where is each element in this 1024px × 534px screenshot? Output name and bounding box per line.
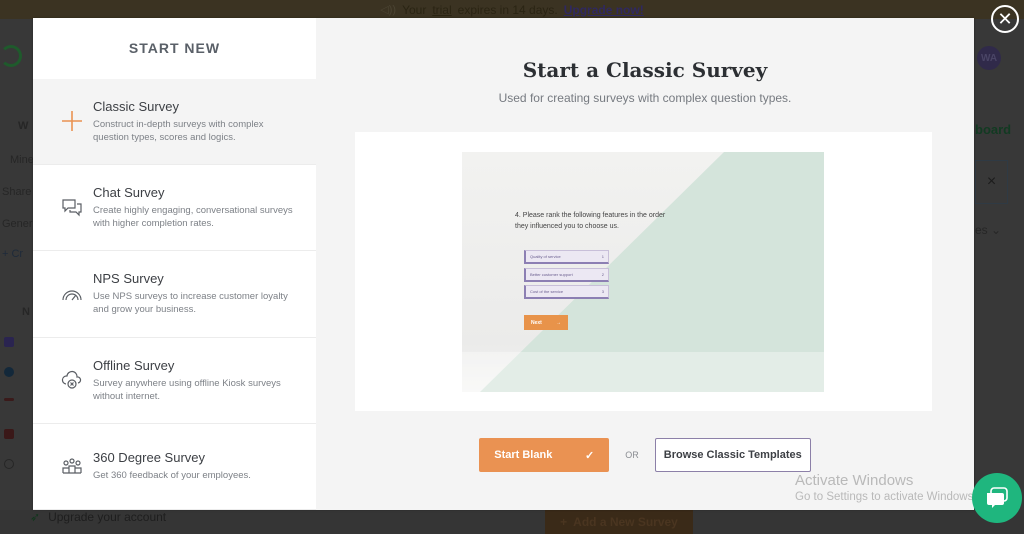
survey-type-title: 360 Degree Survey bbox=[93, 450, 206, 466]
survey-type-title: Chat Survey bbox=[93, 185, 165, 201]
survey-type-desc: Create highly engaging, conversational s… bbox=[93, 205, 293, 230]
chat-icon bbox=[987, 487, 1008, 508]
bg-sidebar-item: N bbox=[22, 306, 30, 318]
info-icon bbox=[4, 459, 14, 469]
avatar[interactable]: WA bbox=[977, 46, 1001, 70]
detail-title: Start a Classic Survey bbox=[522, 58, 768, 82]
preview-option: Quality of service 1 bbox=[524, 250, 609, 264]
bg-sidebar-item: Share bbox=[2, 186, 32, 198]
preview-next-label: Next bbox=[531, 319, 542, 326]
survey-preview-image: 4. Please rank the following features in… bbox=[462, 152, 824, 392]
or-separator: OR bbox=[625, 450, 639, 460]
bg-sidebar-item: Gener bbox=[2, 218, 33, 230]
start-new-modal: START NEW Classic Survey Construct in-de… bbox=[33, 18, 974, 510]
background-right-panel bbox=[975, 19, 1024, 534]
app-logo-icon bbox=[0, 45, 22, 67]
close-icon: ✕ bbox=[997, 8, 1013, 29]
survey-type-title: NPS Survey bbox=[93, 271, 164, 287]
dashboard-link[interactable]: board bbox=[975, 122, 1011, 137]
watermark-subtitle: Go to Settings to activate Windows. bbox=[795, 491, 977, 503]
add-survey-label: Add a New Survey bbox=[573, 515, 678, 529]
bg-dropdown[interactable]: es ⌄ bbox=[975, 223, 1001, 237]
preview-option: Better customer support 2 bbox=[524, 268, 609, 282]
preview-option-rank: 1 bbox=[601, 254, 604, 259]
browse-templates-button[interactable]: Browse Classic Templates bbox=[654, 438, 811, 472]
preview-option-label: Cost of the service bbox=[530, 289, 564, 294]
workspace-icon bbox=[4, 429, 14, 439]
survey-type-360[interactable]: 360 Degree Survey Get 360 feedback of yo… bbox=[33, 424, 316, 510]
watermark-title: Activate Windows bbox=[795, 472, 914, 489]
preview-card: 4. Please rank the following features in… bbox=[355, 132, 932, 411]
preview-next-button: Next → bbox=[524, 315, 568, 330]
plus-icon bbox=[60, 109, 84, 133]
bg-sidebar-item: + Cr bbox=[2, 248, 24, 260]
survey-type-classic[interactable]: Classic Survey Construct in-depth survey… bbox=[33, 78, 316, 166]
bg-sidebar-item: Mine bbox=[10, 154, 34, 166]
survey-type-title: Classic Survey bbox=[93, 98, 179, 114]
group-icon bbox=[60, 454, 84, 478]
preview-question: 4. Please rank the following features in… bbox=[515, 212, 666, 230]
preview-option: Cost of the service 3 bbox=[524, 285, 609, 299]
upgrade-account-label: Upgrade your account bbox=[48, 510, 167, 524]
detail-subtitle: Used for creating surveys with complex q… bbox=[498, 91, 792, 105]
windows-activation-watermark: Activate Windows Go to Settings to activ… bbox=[795, 472, 977, 503]
preview-option-label: Quality of service bbox=[530, 254, 561, 259]
preview-option-rank: 2 bbox=[601, 272, 604, 277]
survey-type-offline[interactable]: Offline Survey Survey anywhere using off… bbox=[33, 338, 316, 424]
chat-widget-button[interactable] bbox=[972, 473, 1022, 523]
bg-sidebar-item: W bbox=[18, 120, 29, 132]
start-blank-label: Start Blank bbox=[494, 449, 553, 461]
arrow-right-icon: → bbox=[556, 319, 561, 326]
survey-type-title: Offline Survey bbox=[93, 357, 175, 373]
add-survey-button[interactable]: + Add a New Survey bbox=[545, 510, 693, 534]
theme-icon bbox=[4, 398, 14, 401]
survey-type-chat[interactable]: Chat Survey Create highly engaging, conv… bbox=[33, 165, 316, 252]
upgrade-now-link[interactable]: Upgrade now! bbox=[564, 3, 644, 17]
trial-suffix: expires in 14 days. bbox=[457, 2, 558, 17]
preview-option-label: Better customer support bbox=[530, 272, 573, 277]
trial-prefix: Your bbox=[402, 2, 427, 17]
survey-type-desc: Get 360 feedback of your employees. bbox=[93, 470, 251, 482]
start-blank-button[interactable]: Start Blank ✓ bbox=[479, 438, 610, 472]
cloud-offline-icon bbox=[60, 368, 84, 392]
bg-close-icon: × bbox=[975, 160, 1008, 204]
rocket-icon: ➶ bbox=[30, 510, 41, 524]
chat-bubbles-icon bbox=[60, 196, 84, 220]
survey-type-nps[interactable]: NPS Survey Use NPS surveys to increase c… bbox=[33, 251, 316, 338]
survey-type-desc: Survey anywhere using offline Kiosk surv… bbox=[93, 377, 281, 402]
survey-type-desc: Use NPS surveys to increase customer loy… bbox=[93, 291, 288, 316]
integrations-icon bbox=[4, 337, 14, 347]
close-modal-button[interactable]: ✕ bbox=[991, 5, 1019, 33]
survey-type-desc: Construct in-depth surveys with complex … bbox=[93, 118, 264, 143]
gauge-icon bbox=[60, 282, 84, 306]
distribution-icon bbox=[4, 367, 14, 377]
preview-background-shape bbox=[462, 152, 824, 392]
bg-dropdown-label: es bbox=[975, 223, 988, 237]
speaker-icon: ◁)) bbox=[380, 4, 397, 16]
upgrade-account-link[interactable]: ➶ Upgrade your account bbox=[30, 510, 166, 524]
checkmark-icon: ✓ bbox=[585, 449, 595, 462]
survey-type-list: START NEW Classic Survey Construct in-de… bbox=[33, 18, 316, 510]
survey-detail-panel: Start a Classic Survey Used for creating… bbox=[316, 18, 974, 510]
start-new-heading: START NEW bbox=[128, 40, 221, 57]
modal-actions: Start Blank ✓ OR Browse Classic Template… bbox=[316, 438, 974, 472]
trial-banner: ◁)) Your trial expires in 14 days. Upgra… bbox=[0, 0, 1024, 19]
trial-link[interactable]: trial bbox=[432, 3, 451, 17]
preview-option-rank: 3 bbox=[601, 289, 604, 294]
plus-icon: + bbox=[560, 515, 568, 529]
